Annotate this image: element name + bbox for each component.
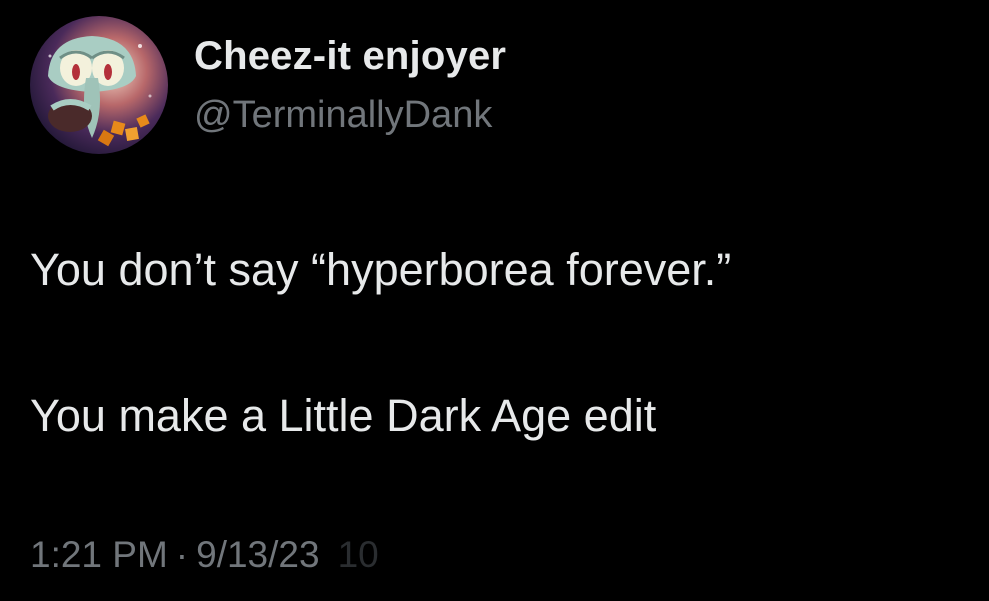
tweet-meta: 1:21 PM · 9/13/23 10	[30, 534, 379, 576]
user-handle[interactable]: @TerminallyDank	[194, 94, 492, 137]
meta-separator: ·	[175, 534, 189, 575]
tweet-text-line-2: You make a Little Dark Age edit	[30, 390, 657, 441]
squidward-avatar-icon	[30, 16, 168, 154]
views-count-partial: 10	[337, 534, 379, 575]
tweet-time[interactable]: 1:21 PM	[30, 534, 168, 575]
tweet-text-line-1: You don’t say “hyperborea forever.”	[30, 244, 732, 295]
display-name[interactable]: Cheez-it enjoyer	[194, 34, 506, 79]
avatar[interactable]	[30, 16, 168, 154]
tweet-date[interactable]: 9/13/23	[196, 534, 319, 575]
